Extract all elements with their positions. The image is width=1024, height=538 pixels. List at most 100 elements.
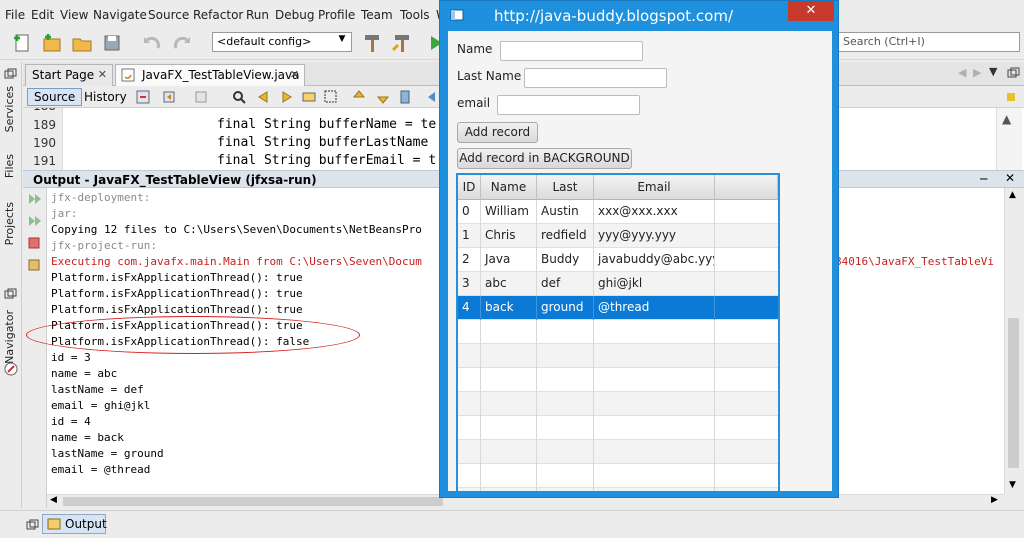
cell-last-name: Austin <box>537 200 594 224</box>
fold-up-icon[interactable]: ▲ <box>1002 112 1011 126</box>
close-icon[interactable]: ✕ <box>1005 171 1015 185</box>
empty-row <box>458 464 778 488</box>
scroll-up-icon[interactable]: ▲ <box>1009 190 1016 200</box>
config-select[interactable]: <default config> ▼ <box>212 32 352 52</box>
last-edit-icon[interactable] <box>135 89 151 105</box>
empty-row <box>458 416 778 440</box>
output-line: email = @thread <box>51 463 151 476</box>
close-icon[interactable]: ✕ <box>290 68 299 81</box>
history-view-button[interactable]: History <box>77 88 134 106</box>
column-header-id[interactable]: ID <box>458 175 481 200</box>
table-row[interactable]: 1 Chris redfield yyy@yyy.yyy <box>458 224 778 248</box>
undo-icon[interactable] <box>140 32 164 54</box>
menu-debug[interactable]: Debug <box>275 8 314 22</box>
minimize-icon[interactable]: ─ <box>980 172 987 186</box>
add-record-button[interactable]: Add record <box>457 122 538 143</box>
menu-file[interactable]: File <box>5 8 25 22</box>
scroll-tabs-right-icon[interactable]: ▶ <box>973 66 981 79</box>
source-view-button[interactable]: Source <box>27 88 83 106</box>
bottom-tab-output[interactable]: Output <box>42 514 107 534</box>
restore-window-icon[interactable] <box>4 68 18 80</box>
menu-run[interactable]: Run <box>246 8 269 22</box>
email-label: email <box>457 96 491 110</box>
scroll-thumb[interactable] <box>63 497 443 506</box>
prev-bookmark-icon[interactable] <box>351 89 367 105</box>
redo-icon[interactable] <box>170 32 194 54</box>
new-project-icon[interactable] <box>40 32 64 54</box>
menu-navigate[interactable]: Navigate <box>93 8 147 22</box>
column-header-name[interactable]: Name <box>481 175 537 200</box>
forward-icon[interactable] <box>193 89 209 105</box>
scroll-thumb[interactable] <box>1008 318 1019 468</box>
output-vertical-scrollbar[interactable]: ▲ ▼ <box>1004 188 1022 494</box>
new-file-icon[interactable] <box>10 32 34 54</box>
tab-javafx-testtableview[interactable]: JavaFX_TestTableView.java ✕ <box>115 64 305 86</box>
column-header-last-name[interactable]: Last Na... <box>537 175 594 218</box>
next-bookmark-icon[interactable] <box>375 89 391 105</box>
scroll-right-icon[interactable]: ▶ <box>991 495 998 505</box>
clean-build-icon[interactable] <box>390 32 414 54</box>
cell-id: 1 <box>458 224 481 248</box>
table-row[interactable]: 0 William Austin xxx@xxx.xxx <box>458 200 778 224</box>
save-all-icon[interactable] <box>100 32 124 54</box>
stop-icon[interactable] <box>27 236 41 250</box>
cell-last-name: redfield <box>537 224 594 248</box>
restore-window-icon[interactable] <box>1007 67 1021 79</box>
rect-select-icon[interactable] <box>323 89 339 105</box>
output-line: lastName = def <box>51 383 144 396</box>
menu-edit[interactable]: Edit <box>31 8 54 22</box>
find-icon[interactable] <box>231 89 247 105</box>
side-tab-navigator[interactable]: Navigator <box>3 310 16 364</box>
cell-id: 2 <box>458 248 481 272</box>
output-line: name = abc <box>51 367 118 380</box>
open-project-icon[interactable] <box>70 32 94 54</box>
output-line: Platform.isFxApplicationThread(): true <box>51 287 303 300</box>
output-line: Copying 12 files to C:\Users\Seven\Docum… <box>51 223 422 236</box>
menu-tools[interactable]: Tools <box>400 8 430 22</box>
build-hammer-icon[interactable] <box>360 32 384 54</box>
toggle-bookmark-icon[interactable] <box>397 89 413 105</box>
toggle-highlight-icon[interactable] <box>301 89 317 105</box>
cell-email: xxx@xxx.xxx <box>594 200 715 224</box>
window-app-icon[interactable] <box>450 9 464 21</box>
tab-start-page[interactable]: Start Page ✕ <box>25 64 113 86</box>
name-field[interactable] <box>500 41 643 61</box>
side-tab-services[interactable]: Services <box>3 86 16 132</box>
side-tab-projects[interactable]: Projects <box>3 202 16 245</box>
scroll-tabs-left-icon[interactable]: ◀ <box>958 66 966 79</box>
tab-label: Start Page <box>32 68 95 82</box>
add-record-background-button[interactable]: Add record in BACKGROUND <box>457 148 632 169</box>
find-previous-icon[interactable] <box>255 89 271 105</box>
close-icon[interactable]: ✕ <box>98 68 107 81</box>
column-header-email[interactable]: Email <box>594 175 715 200</box>
window-close-button[interactable]: ✕ <box>788 1 834 21</box>
chevron-down-icon[interactable]: ▼ <box>989 65 997 78</box>
output-settings-icon[interactable] <box>27 258 41 272</box>
table-row[interactable]: 3 abc def ghi@jkl <box>458 272 778 296</box>
scroll-down-icon[interactable]: ▼ <box>1009 480 1016 490</box>
menu-profile[interactable]: Profile <box>318 8 355 22</box>
menu-view[interactable]: View <box>60 8 88 22</box>
side-panel-strip: Services Files Projects Navigator <box>0 62 22 508</box>
scroll-left-icon[interactable]: ◀ <box>50 495 57 505</box>
search-input[interactable]: Search (Ctrl+I) <box>838 32 1020 52</box>
table-row-selected[interactable]: 4 back ground @thread <box>458 296 778 320</box>
back-icon[interactable] <box>161 89 177 105</box>
restore-window-icon[interactable] <box>26 519 40 531</box>
last-name-field[interactable] <box>524 68 667 88</box>
restore-window-icon[interactable] <box>4 288 18 300</box>
menu-source[interactable]: Source <box>148 8 189 22</box>
email-field[interactable] <box>497 95 640 115</box>
find-next-icon[interactable] <box>279 89 295 105</box>
rerun-icon[interactable] <box>27 192 43 206</box>
side-tab-files[interactable]: Files <box>3 154 16 178</box>
records-table[interactable]: ID Name Last Na... Email 0 William Austi… <box>456 173 780 491</box>
javafx-window-title: http://java-buddy.blogspot.com/ <box>494 7 734 25</box>
bottom-window-bar <box>0 510 1024 538</box>
javafx-title-bar[interactable]: http://java-buddy.blogspot.com/ ✕ <box>440 1 838 31</box>
menu-team[interactable]: Team <box>361 8 393 22</box>
javafx-window: http://java-buddy.blogspot.com/ ✕ Name L… <box>439 0 839 498</box>
rerun-with-params-icon[interactable] <box>27 214 43 228</box>
menu-refactor[interactable]: Refactor <box>193 8 243 22</box>
table-row[interactable]: 2 Java Buddy javabuddy@abc.yyy <box>458 248 778 272</box>
